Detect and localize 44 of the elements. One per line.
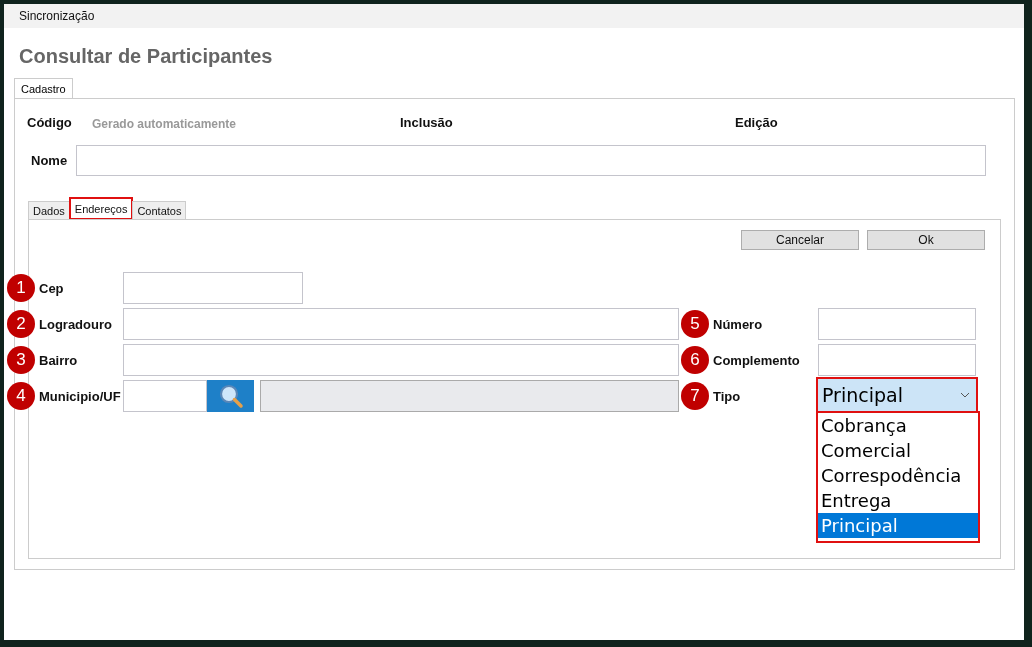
number-badge: 2 bbox=[7, 310, 35, 338]
number-badge: 7 bbox=[681, 382, 709, 410]
number-badge: 3 bbox=[7, 346, 35, 374]
menu-item[interactable]: Sincronização bbox=[19, 9, 95, 23]
page-title: Consultar de Participantes bbox=[19, 45, 274, 69]
field-label: Complemento bbox=[713, 352, 800, 368]
number-badge: 4 bbox=[7, 382, 35, 410]
search-button[interactable] bbox=[207, 380, 254, 412]
dropdown-option[interactable]: Cobrança bbox=[818, 413, 978, 438]
field-label: Número bbox=[713, 316, 763, 332]
field-label: Cep bbox=[39, 280, 64, 296]
field-value: Gerado automaticamente bbox=[92, 117, 237, 131]
dropdown-option[interactable]: Principal bbox=[818, 513, 978, 538]
tab[interactable]: Dados bbox=[28, 201, 70, 219]
search-icon bbox=[217, 383, 244, 409]
text-input[interactable] bbox=[123, 380, 207, 412]
select-field[interactable]: Principal bbox=[818, 379, 976, 413]
number-badge: 5 bbox=[681, 310, 709, 338]
field-label: Código bbox=[27, 115, 72, 130]
dropdown-option[interactable]: Correspodência bbox=[818, 463, 978, 488]
select-value: Principal bbox=[822, 384, 903, 406]
field-label: Bairro bbox=[39, 352, 78, 368]
name-input[interactable] bbox=[76, 145, 986, 176]
text-input[interactable] bbox=[818, 344, 976, 376]
tab[interactable]: Endereços bbox=[69, 198, 133, 219]
chevron-down-icon bbox=[960, 392, 970, 398]
field-label: Tipo bbox=[713, 388, 741, 404]
action-button[interactable]: Cancelar bbox=[741, 230, 859, 250]
text-input[interactable] bbox=[818, 308, 976, 340]
text-input[interactable] bbox=[123, 344, 679, 376]
number-badge: 6 bbox=[681, 346, 709, 374]
field-label: Municipio/UF bbox=[39, 388, 121, 404]
dropdown-option[interactable]: Comercial bbox=[818, 438, 978, 463]
text-input[interactable] bbox=[123, 272, 303, 304]
tab[interactable]: Cadastro bbox=[14, 78, 73, 99]
field-label: Logradouro bbox=[39, 316, 112, 332]
action-button[interactable]: Ok bbox=[867, 230, 985, 250]
field-label: Nome bbox=[30, 153, 69, 168]
tab[interactable]: Contatos bbox=[132, 201, 187, 219]
field-label: Inclusão bbox=[400, 115, 453, 130]
number-badge: 1 bbox=[7, 274, 35, 302]
dropdown-option[interactable]: Entrega bbox=[818, 488, 978, 513]
field-label: Edição bbox=[735, 115, 778, 130]
text-input[interactable] bbox=[123, 308, 679, 340]
